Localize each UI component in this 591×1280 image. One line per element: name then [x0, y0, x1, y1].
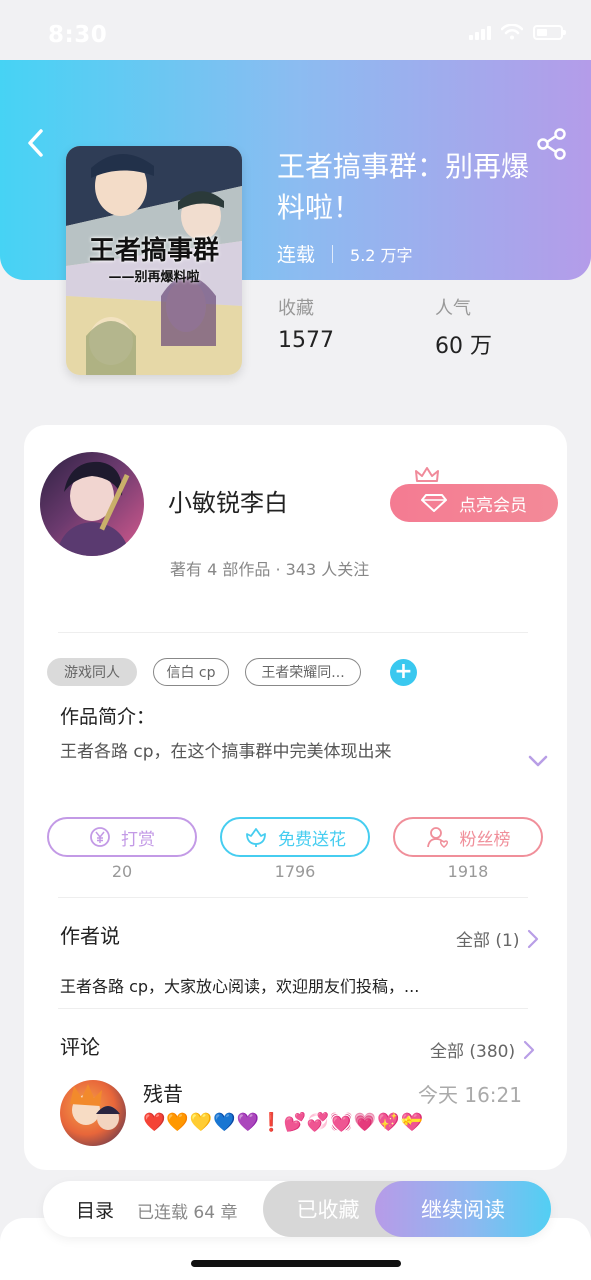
add-tag-button[interactable]: + — [390, 659, 417, 686]
divider — [58, 1008, 528, 1009]
share-button[interactable] — [534, 126, 570, 162]
avatar-art — [56, 461, 130, 556]
stat-label: 收藏 — [278, 298, 314, 319]
comment-text: ❤️🧡💛💙💜❗💕💞💓💗💖💝 — [143, 1112, 424, 1133]
tag-item[interactable]: 王者荣耀同... — [245, 658, 361, 686]
comments-more-label: 全部 (380) — [430, 1042, 516, 1062]
chapter-count: 已连载 64 章 — [137, 1203, 238, 1223]
status-bar: 8:30 — [0, 0, 591, 60]
chevron-down-icon[interactable] — [528, 754, 548, 768]
stat-value: 60 万 — [435, 334, 492, 359]
table-of-contents-button[interactable]: 目录 — [76, 1196, 114, 1223]
flower-count: 1796 — [274, 862, 316, 881]
tag-item[interactable]: 游戏同人 — [47, 658, 137, 686]
stat-label: 人气 — [435, 298, 471, 319]
divider — [58, 632, 528, 633]
author-avatar[interactable] — [40, 452, 144, 556]
chevron-right-icon — [528, 929, 539, 948]
yen-coin-icon — [90, 827, 110, 847]
author-name[interactable]: 小敏锐李白 — [168, 483, 288, 518]
commenter-avatar[interactable] — [60, 1080, 126, 1146]
wifi-icon — [501, 24, 523, 40]
diamond-icon — [421, 494, 447, 512]
divider — [58, 897, 528, 898]
home-indicator — [191, 1260, 401, 1267]
vip-button[interactable]: 点亮会员 — [390, 484, 558, 522]
tip-count: 20 — [111, 862, 133, 881]
status-time: 8:30 — [48, 22, 108, 48]
chevron-right-icon — [524, 1040, 535, 1059]
battery-icon — [533, 24, 566, 40]
author-note[interactable]: 王者各路 cp，大家放心阅读，欢迎朋友们投稿，... — [60, 973, 419, 997]
stat-value: 1577 — [278, 328, 334, 353]
intro-text: 王者各路 cp，在这个搞事群中完美体现出来 — [60, 742, 392, 762]
cover-title: 王者搞事群 — [88, 236, 219, 266]
stat-favorites: 收藏 1577 — [278, 294, 334, 353]
book-title: 王者搞事群：别再爆料啦！ — [277, 150, 530, 224]
flower-label: 免费送花 — [278, 829, 346, 850]
flower-icon — [246, 828, 266, 847]
commenter-avatar-art — [70, 1084, 120, 1130]
user-fans-icon — [426, 827, 448, 848]
vip-label: 点亮会员 — [459, 495, 527, 516]
status-icons — [469, 24, 566, 40]
author-says-more-link[interactable]: 全部 (1) — [456, 926, 539, 951]
fan-ranking-button[interactable]: 粉丝榜 — [393, 817, 543, 857]
crown-icon — [415, 467, 439, 482]
signal-icon — [469, 24, 491, 40]
author-says-title: 作者说 — [60, 924, 120, 948]
tip-button[interactable]: 打赏 — [47, 817, 197, 857]
send-flower-button[interactable]: 免费送花 — [220, 817, 370, 857]
tag-item[interactable]: 信白 cp — [153, 658, 229, 686]
fan-ranking-count: 1918 — [447, 862, 489, 881]
continue-reading-button[interactable]: 继续阅读 — [375, 1181, 551, 1237]
comments-title: 评论 — [60, 1035, 100, 1059]
meta-divider — [332, 244, 334, 263]
author-says-more-label: 全部 (1) — [456, 931, 520, 951]
share-icon — [537, 128, 566, 160]
comment-time: 今天 16:21 — [418, 1083, 522, 1107]
commenter-name[interactable]: 残昔 — [143, 1078, 183, 1107]
back-button[interactable] — [18, 124, 52, 162]
fan-ranking-label: 粉丝榜 — [459, 829, 511, 850]
tip-label: 打赏 — [121, 829, 155, 850]
word-count: 5.2 万字 — [350, 245, 413, 265]
book-status: 连载 — [277, 244, 316, 266]
chevron-left-icon — [28, 129, 43, 157]
author-stats: 著有 4 部作品 · 343 人关注 — [170, 560, 370, 579]
comments-more-link[interactable]: 全部 (380) — [430, 1037, 535, 1062]
book-meta: 连载 5.2 万字 — [277, 240, 413, 267]
intro-heading: 作品简介： — [60, 706, 156, 728]
stat-popularity: 人气 60 万 — [435, 294, 492, 360]
book-cover[interactable]: 王者搞事群 ——别再爆料啦 — [66, 146, 242, 375]
cover-subtitle: ——别再爆料啦 — [108, 270, 200, 285]
